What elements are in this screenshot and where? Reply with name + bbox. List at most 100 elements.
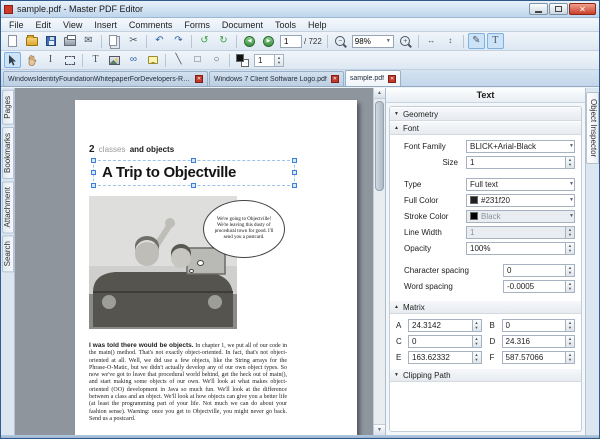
tab-object-inspector[interactable]: Object Inspector xyxy=(586,92,599,165)
minimize-button[interactable] xyxy=(529,3,548,15)
spinner-buttons[interactable]: ▲ ▼ xyxy=(274,54,283,66)
selection-handle[interactable] xyxy=(91,183,96,188)
menu-document[interactable]: Document xyxy=(216,18,269,32)
previous-page-button[interactable]: ◀ xyxy=(241,33,258,49)
matrix-d-stepper[interactable]: 24.316 ▲ ▼ xyxy=(501,334,575,348)
section-font[interactable]: ▲ Font xyxy=(390,121,581,135)
menu-insert[interactable]: Insert xyxy=(88,18,123,32)
tab-close-icon[interactable]: ✕ xyxy=(388,74,397,83)
ellipse-tool-button[interactable]: ○ xyxy=(208,52,225,68)
email-button[interactable]: ✉ xyxy=(80,33,97,49)
document-area[interactable]: 2 classes and objects A Trip to Objectvi… xyxy=(15,88,373,435)
selection-handle[interactable] xyxy=(91,170,96,175)
word-spacing-stepper[interactable]: -0.0005 ▲ ▼ xyxy=(503,279,575,293)
selection-handle[interactable] xyxy=(91,158,96,163)
scrollbar-track[interactable] xyxy=(374,99,385,424)
selection-handle[interactable] xyxy=(292,158,297,163)
type-select[interactable]: Full text ▼ xyxy=(466,177,575,191)
tab-sample-pdf[interactable]: sample.pdf ✕ xyxy=(344,70,402,86)
scroll-down-button[interactable]: ▼ xyxy=(374,424,385,435)
menu-edit[interactable]: Edit xyxy=(30,18,58,32)
scrollbar-thumb[interactable] xyxy=(375,101,384,191)
spin-down-icon[interactable]: ▼ xyxy=(566,286,574,292)
full-color-select[interactable]: #231f20 ▼ xyxy=(466,193,575,207)
line-width-stepper[interactable]: 1 ▲ ▼ xyxy=(466,225,575,239)
spin-down-icon[interactable]: ▼ xyxy=(275,60,283,66)
print-button[interactable] xyxy=(61,33,78,49)
select-text-tool-button[interactable]: I xyxy=(42,52,59,68)
spin-down-icon[interactable]: ▼ xyxy=(566,248,574,254)
add-note-button[interactable] xyxy=(144,52,161,68)
maximize-button[interactable] xyxy=(549,3,568,15)
zoom-out-button[interactable]: − xyxy=(332,33,349,49)
spin-down-icon[interactable]: ▼ xyxy=(473,357,481,363)
matrix-b-stepper[interactable]: 0 ▲ ▼ xyxy=(501,318,575,332)
spinner-buttons[interactable]: ▲ ▼ xyxy=(471,319,481,331)
selection-handle[interactable] xyxy=(191,158,196,163)
fit-page-button[interactable]: ↕ xyxy=(442,33,459,49)
line-tool-button[interactable]: ╲ xyxy=(170,52,187,68)
page-number-input[interactable]: 1 xyxy=(280,34,302,48)
matrix-f-stepper[interactable]: 587.57066 ▲ ▼ xyxy=(501,350,575,364)
spin-down-icon[interactable]: ▼ xyxy=(566,341,574,347)
hand-tool-button[interactable] xyxy=(23,52,40,68)
save-button[interactable] xyxy=(42,33,59,49)
spinner-buttons[interactable]: ▲ ▼ xyxy=(565,280,574,292)
menu-tools[interactable]: Tools xyxy=(269,18,302,32)
stroke-width-stepper[interactable]: 1 ▲ ▼ xyxy=(254,53,284,67)
add-text-button[interactable]: T xyxy=(87,52,104,68)
title-bar[interactable]: sample.pdf - Master PDF Editor ✕ xyxy=(1,1,599,18)
spin-down-icon[interactable]: ▼ xyxy=(566,357,574,363)
tab-windows7-client-logo[interactable]: Windows 7 Client Software Logo.pdf ✕ xyxy=(209,71,344,86)
selection-handle[interactable] xyxy=(292,170,297,175)
selection-handle[interactable] xyxy=(191,183,196,188)
copy-button[interactable] xyxy=(106,33,123,49)
menu-file[interactable]: File xyxy=(3,18,30,32)
spin-down-icon[interactable]: ▼ xyxy=(566,270,574,276)
spinner-buttons[interactable]: ▲ ▼ xyxy=(565,319,574,331)
selection-handle[interactable] xyxy=(292,183,297,188)
sidebar-tab-pages[interactable]: Pages xyxy=(1,90,14,125)
section-clipping-path[interactable]: ▼ Clipping Path xyxy=(390,368,581,382)
opacity-stepper[interactable]: 100% ▲ ▼ xyxy=(466,241,575,255)
color-picker-button[interactable] xyxy=(236,53,249,67)
undo-button[interactable]: ↶ xyxy=(151,33,168,49)
spinner-buttons[interactable]: ▲ ▼ xyxy=(565,264,574,276)
spin-down-icon[interactable]: ▼ xyxy=(566,162,574,168)
tab-windows-identity-foundation[interactable]: WindowsIdentityFoundationWhitepaperForDe… xyxy=(3,71,208,86)
tab-close-icon[interactable]: ✕ xyxy=(330,75,339,83)
spinner-buttons[interactable]: ▲ ▼ xyxy=(565,242,574,254)
scroll-up-button[interactable]: ▲ xyxy=(374,88,385,99)
sidebar-tab-attachment[interactable]: Attachment xyxy=(1,180,14,234)
menu-comments[interactable]: Comments xyxy=(123,18,179,32)
matrix-e-stepper[interactable]: 163.62332 ▲ ▼ xyxy=(408,350,482,364)
zoom-in-button[interactable]: + xyxy=(397,33,414,49)
matrix-a-stepper[interactable]: 24.3142 ▲ ▼ xyxy=(408,318,482,332)
sidebar-tab-bookmarks[interactable]: Bookmarks xyxy=(1,126,14,179)
add-image-button[interactable] xyxy=(106,52,123,68)
select-object-tool-button[interactable] xyxy=(4,52,21,68)
spinner-buttons[interactable]: ▲ ▼ xyxy=(565,351,574,363)
character-spacing-stepper[interactable]: 0 ▲ ▼ xyxy=(503,263,575,277)
menu-forms[interactable]: Forms xyxy=(178,18,216,32)
sidebar-tab-search[interactable]: Search xyxy=(1,235,14,273)
spinner-buttons[interactable]: ▲ ▼ xyxy=(565,226,574,238)
rectangle-tool-button[interactable]: □ xyxy=(189,52,206,68)
next-page-button[interactable]: ▶ xyxy=(260,33,277,49)
font-family-select[interactable]: BLICK+Arial-Black ▼ xyxy=(466,139,575,153)
menu-help[interactable]: Help xyxy=(302,18,333,32)
spin-down-icon[interactable]: ▼ xyxy=(473,341,481,347)
edit-content-toggle[interactable]: ✎ xyxy=(467,33,485,49)
section-geometry[interactable]: ▼ Geometry xyxy=(390,107,581,121)
zoom-select[interactable]: 98% ▼ xyxy=(351,34,394,48)
new-document-button[interactable] xyxy=(4,33,21,49)
fit-width-button[interactable]: ↔ xyxy=(423,33,440,49)
snapshot-tool-button[interactable] xyxy=(61,52,78,68)
matrix-c-stepper[interactable]: 0 ▲ ▼ xyxy=(408,334,482,348)
spinner-buttons[interactable]: ▲ ▼ xyxy=(565,335,574,347)
cut-button[interactable]: ✂ xyxy=(125,33,142,49)
vertical-scrollbar[interactable]: ▲ ▼ xyxy=(373,88,385,435)
tab-close-icon[interactable]: ✕ xyxy=(195,75,203,83)
selected-text-object[interactable]: A Trip to Objectville xyxy=(91,158,297,188)
spin-down-icon[interactable]: ▼ xyxy=(566,232,574,238)
